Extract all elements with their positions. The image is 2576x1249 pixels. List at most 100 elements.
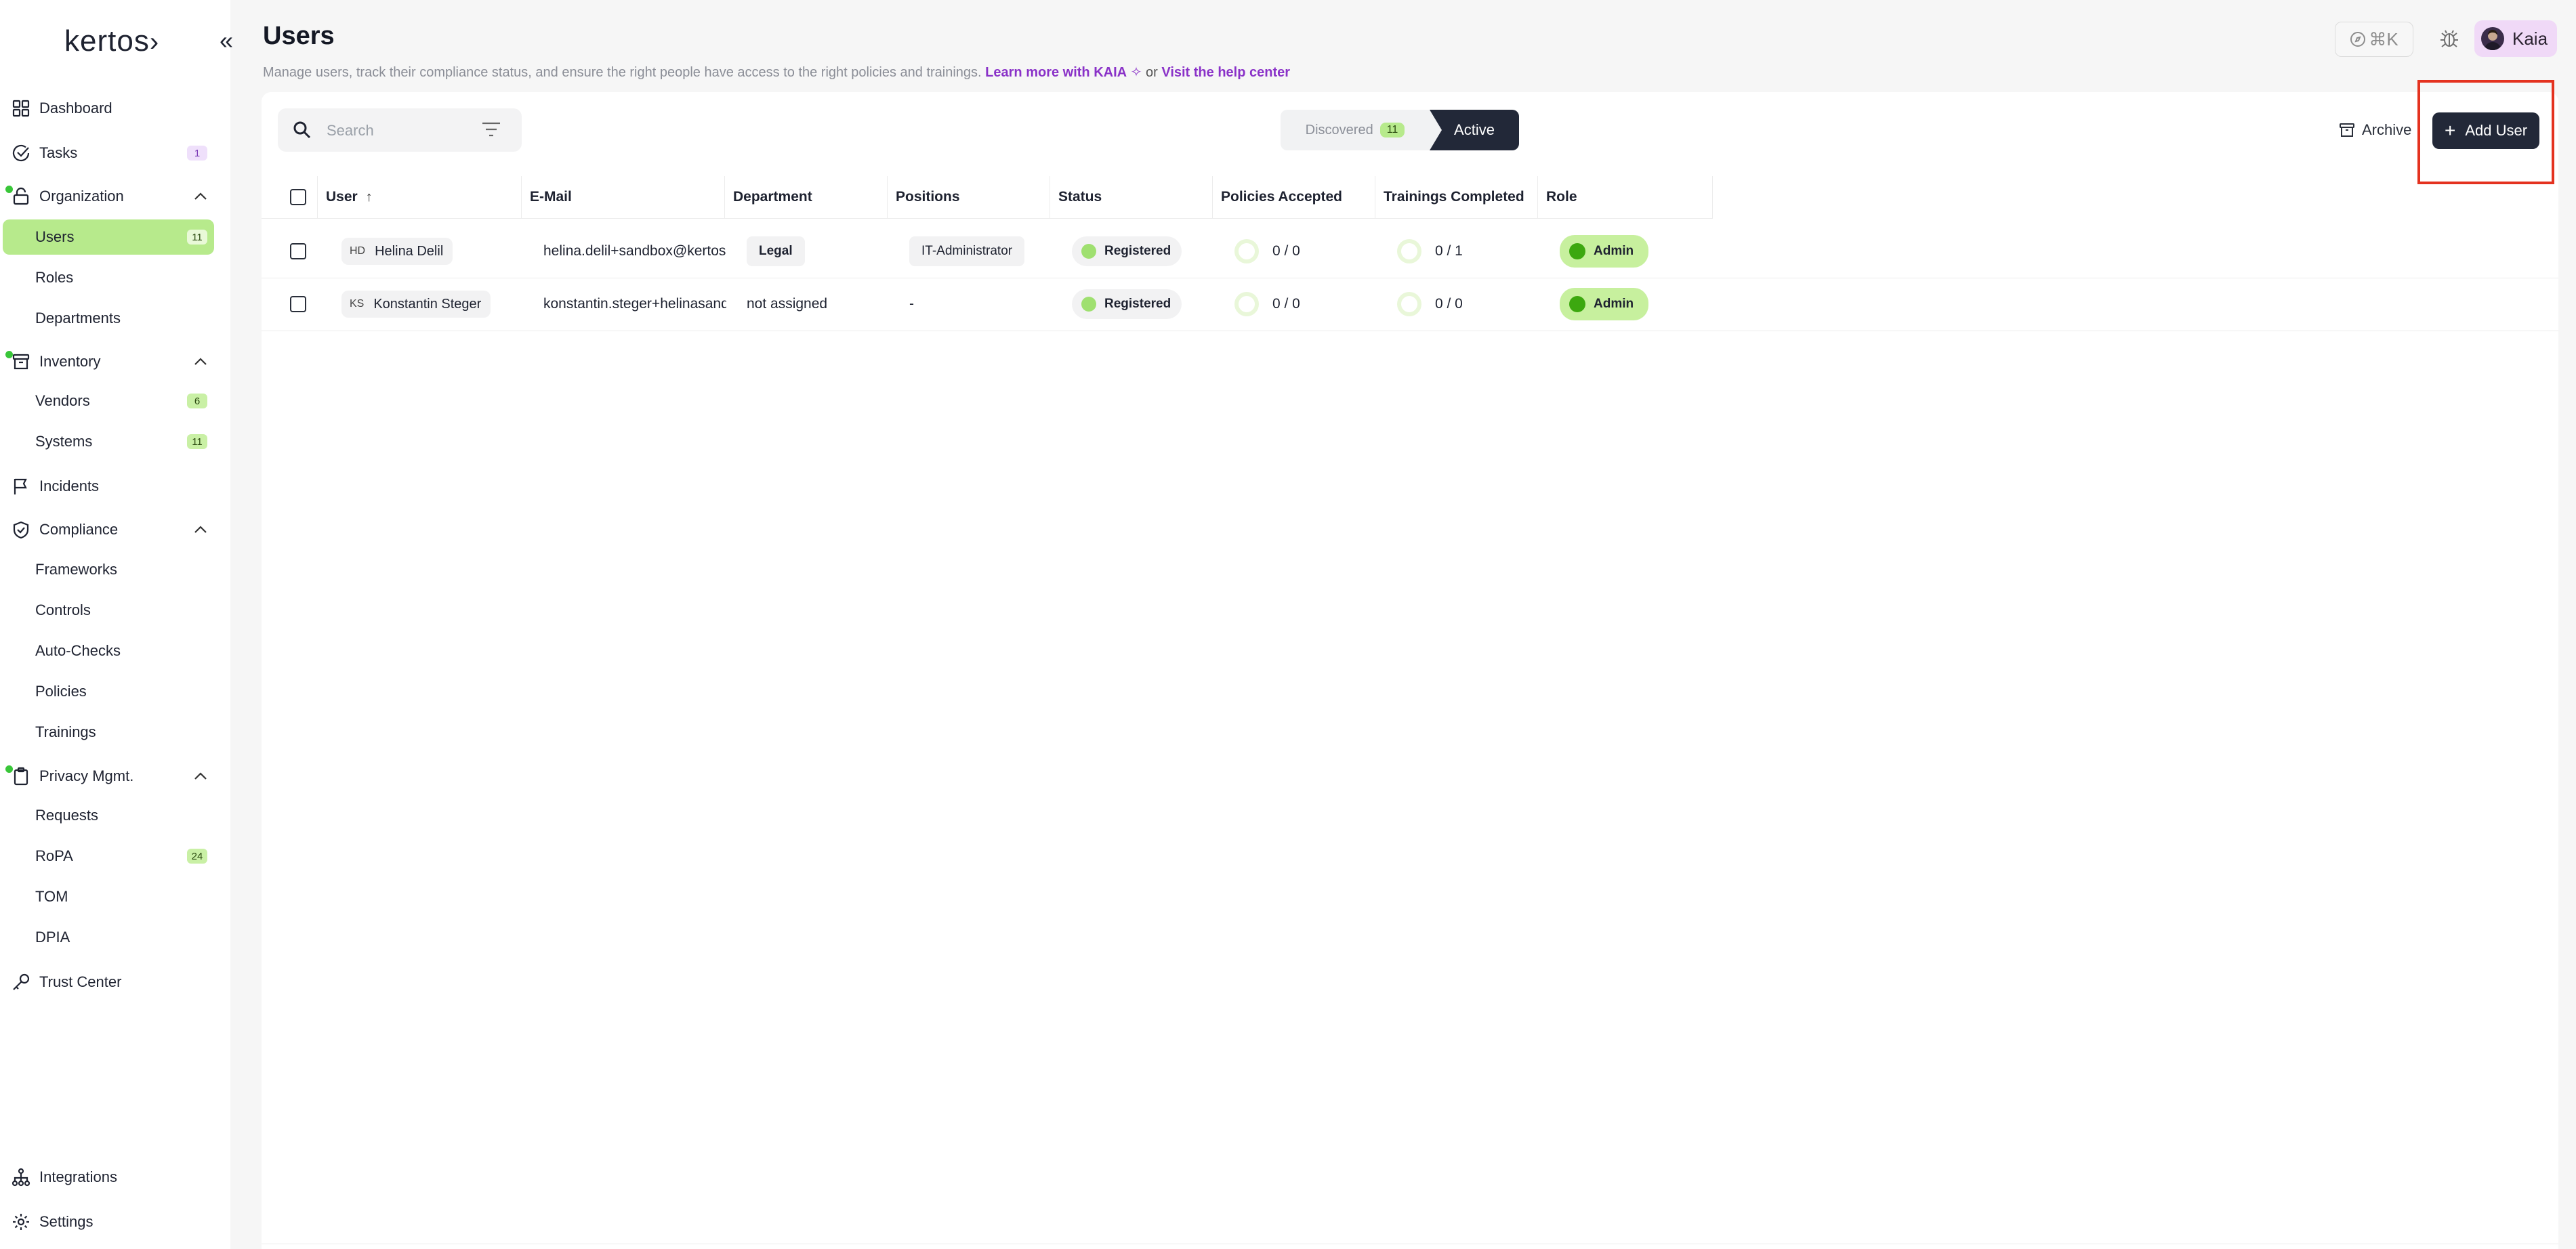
sidebar-item-users[interactable]: Users 11 bbox=[3, 219, 214, 255]
sidebar-item-label: Tasks bbox=[39, 144, 78, 161]
flag-icon bbox=[11, 476, 31, 496]
row-checkbox[interactable] bbox=[290, 296, 306, 312]
sidebar-item-label: Auto-Checks bbox=[35, 642, 121, 659]
column-header-trainings-completed[interactable]: Trainings Completed bbox=[1375, 176, 1538, 218]
table-header: User ↑ E-Mail Department Positions Statu… bbox=[262, 176, 1713, 219]
filter-icon[interactable] bbox=[481, 121, 501, 142]
policies-cell: 0 / 0 bbox=[1234, 225, 1300, 278]
gear-icon bbox=[11, 1212, 31, 1232]
sidebar-item-departments[interactable]: Departments bbox=[3, 301, 214, 336]
sidebar-item-label: DPIA bbox=[35, 929, 70, 946]
sidebar-item-frameworks[interactable]: Frameworks bbox=[3, 552, 214, 587]
shortcut-label: ⌘K bbox=[2369, 28, 2398, 49]
sidebar-item-ropa[interactable]: RoPA 24 bbox=[3, 839, 214, 874]
sidebar-item-policies[interactable]: Policies bbox=[3, 674, 214, 709]
role-badge[interactable]: Admin bbox=[1560, 235, 1649, 268]
sidebar-item-label: Trust Center bbox=[39, 973, 122, 990]
user-chip[interactable]: KS Konstantin Steger bbox=[341, 291, 491, 318]
select-all-checkbox[interactable] bbox=[290, 189, 306, 205]
discovered-count-badge: 11 bbox=[1379, 123, 1405, 137]
archive-box-icon bbox=[11, 352, 31, 372]
policies-progress: 0 / 0 bbox=[1272, 296, 1300, 312]
column-header-role[interactable]: Role bbox=[1538, 176, 1713, 218]
column-header-policies-accepted[interactable]: Policies Accepted bbox=[1213, 176, 1375, 218]
role-badge[interactable]: Admin bbox=[1560, 288, 1649, 320]
sidebar-item-label: Departments bbox=[35, 310, 121, 326]
row-checkbox-cell bbox=[290, 225, 306, 278]
help-center-link[interactable]: Visit the help center bbox=[1161, 65, 1290, 80]
sidebar-item-label: Trainings bbox=[35, 723, 96, 740]
users-count-badge: 11 bbox=[187, 230, 207, 245]
user-chip[interactable]: HD Helina Delil bbox=[341, 238, 453, 265]
column-label: Policies Accepted bbox=[1221, 189, 1342, 205]
compass-icon bbox=[2350, 32, 2366, 47]
sidebar-item-tasks[interactable]: Tasks 1 bbox=[0, 135, 214, 171]
sidebar-item-vendors[interactable]: Vendors 6 bbox=[3, 383, 214, 419]
email-cell: konstantin.steger+helinasandb bbox=[543, 296, 726, 312]
trainings-progress: 0 / 0 bbox=[1435, 296, 1463, 312]
sidebar-item-systems[interactable]: Systems 11 bbox=[3, 424, 214, 459]
column-label: User bbox=[326, 189, 358, 205]
column-header-positions[interactable]: Positions bbox=[888, 176, 1050, 218]
table-row[interactable]: KS Konstantin Steger konstantin.steger+h… bbox=[262, 278, 2558, 331]
row-checkbox[interactable] bbox=[290, 243, 306, 259]
column-header-user[interactable]: User ↑ bbox=[317, 176, 522, 218]
user-cell: HD Helina Delil bbox=[341, 225, 453, 278]
vendors-count-badge: 6 bbox=[187, 394, 207, 408]
avatar bbox=[2481, 27, 2504, 50]
policies-progress: 0 / 0 bbox=[1272, 243, 1300, 259]
sidebar-item-label: TOM bbox=[35, 888, 68, 905]
status-cell: Registered bbox=[1072, 278, 1182, 331]
sidebar-item-privacy-mgmt[interactable]: Privacy Mgmt. bbox=[0, 759, 214, 794]
archive-button[interactable]: Archive bbox=[2339, 118, 2411, 142]
sidebar-item-trainings[interactable]: Trainings bbox=[3, 715, 214, 750]
sidebar-item-compliance[interactable]: Compliance bbox=[0, 512, 214, 547]
table-row[interactable]: HD Helina Delil helina.delil+sandbox@ker… bbox=[262, 225, 2558, 278]
sidebar-item-dpia[interactable]: DPIA bbox=[3, 920, 214, 955]
column-header-email[interactable]: E-Mail bbox=[522, 176, 725, 218]
email-cell: helina.delil+sandbox@kertos.io bbox=[543, 243, 726, 259]
sidebar-item-dashboard[interactable]: Dashboard bbox=[0, 91, 214, 126]
column-label: Positions bbox=[896, 189, 960, 205]
collapse-sidebar-icon[interactable]: « bbox=[220, 27, 233, 54]
sidebar-item-trust-center[interactable]: Trust Center bbox=[0, 965, 214, 1000]
sidebar-item-settings[interactable]: Settings bbox=[0, 1204, 214, 1240]
highlight-box bbox=[2417, 80, 2554, 184]
tab-discovered[interactable]: Discovered 11 bbox=[1281, 110, 1430, 150]
tab-active[interactable]: Active bbox=[1430, 110, 1519, 150]
key-icon bbox=[11, 972, 31, 992]
position-cell: IT-Administrator bbox=[909, 225, 1025, 278]
sidebar-item-integrations[interactable]: Integrations bbox=[0, 1160, 214, 1195]
trainings-cell: 0 / 0 bbox=[1397, 278, 1463, 331]
column-header-department[interactable]: Department bbox=[725, 176, 888, 218]
sidebar-item-requests[interactable]: Requests bbox=[3, 798, 214, 833]
sidebar-item-label: Controls bbox=[35, 601, 91, 618]
check-circle-icon bbox=[11, 143, 31, 163]
command-palette-button[interactable]: ⌘K bbox=[2335, 22, 2413, 57]
chevron-up-icon[interactable] bbox=[194, 522, 207, 538]
search-input[interactable] bbox=[325, 118, 470, 144]
chevron-up-icon[interactable] bbox=[194, 769, 207, 784]
kertos-logo[interactable]: kertos› bbox=[64, 24, 159, 58]
sidebar-item-tom[interactable]: TOM bbox=[3, 879, 214, 914]
sort-arrow-up-icon[interactable]: ↑ bbox=[366, 190, 373, 205]
sidebar-item-auto-checks[interactable]: Auto-Checks bbox=[3, 633, 214, 669]
sidebar-item-label: Frameworks bbox=[35, 561, 118, 578]
sidebar-item-inventory[interactable]: Inventory bbox=[0, 344, 214, 379]
column-header-status[interactable]: Status bbox=[1050, 176, 1213, 218]
sidebar-item-controls[interactable]: Controls bbox=[3, 593, 214, 628]
user-menu-button[interactable]: Kaia bbox=[2474, 20, 2557, 57]
sidebar-item-label: Systems bbox=[35, 433, 93, 450]
lock-icon bbox=[11, 186, 31, 207]
chevron-up-icon[interactable] bbox=[194, 354, 207, 370]
chevron-up-icon[interactable] bbox=[194, 189, 207, 205]
sidebar-item-organization[interactable]: Organization bbox=[0, 179, 214, 214]
learn-more-link[interactable]: Learn more with KAIA bbox=[985, 65, 1127, 80]
department-cell: not assigned bbox=[747, 296, 828, 312]
sidebar-item-roles[interactable]: Roles bbox=[3, 260, 214, 295]
bug-report-icon[interactable] bbox=[2434, 23, 2465, 54]
sidebar-item-incidents[interactable]: Incidents bbox=[0, 469, 214, 504]
status-dot bbox=[1081, 244, 1096, 259]
user-cell: KS Konstantin Steger bbox=[341, 278, 491, 331]
subtitle-text: Manage users, track their compliance sta… bbox=[263, 65, 982, 80]
